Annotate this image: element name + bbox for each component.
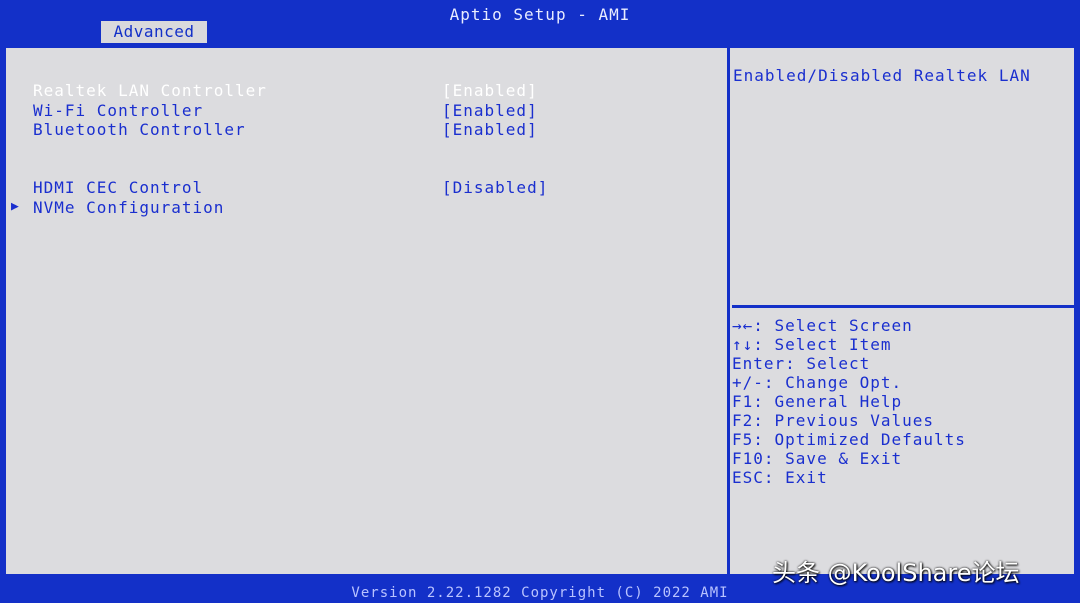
setting-label: Realtek LAN Controller	[33, 81, 267, 100]
submenu-nvme-configuration[interactable]: ▶ NVMe Configuration	[6, 198, 223, 218]
key-legend-item: →←: Select Screen	[732, 316, 913, 335]
key-legend-item: F10: Save & Exit	[732, 449, 903, 468]
panel-divider-vertical	[727, 48, 730, 574]
key-legend-item: Enter: Select	[732, 354, 871, 373]
key-legend-item: ESC: Exit	[732, 468, 828, 487]
setting-value[interactable]: [Disabled]	[442, 178, 548, 197]
setting-label: Wi-Fi Controller	[33, 101, 204, 120]
title-bar: Aptio Setup - AMI Advanced	[0, 0, 1080, 46]
key-legend-item: F2: Previous Values	[732, 411, 935, 430]
key-legend-item: F1: General Help	[732, 392, 903, 411]
setting-label: NVMe Configuration	[33, 198, 225, 217]
setting-wifi-controller[interactable]: Wi-Fi Controller [Enabled]	[6, 101, 537, 121]
panel-divider-horizontal	[732, 305, 1074, 308]
key-legend: →←: Select Screen ↑↓: Select Item Enter:…	[732, 316, 1072, 487]
setting-value[interactable]: [Enabled]	[442, 101, 538, 120]
setting-bluetooth-controller[interactable]: Bluetooth Controller [Enabled]	[6, 120, 537, 140]
setting-value[interactable]: [Enabled]	[442, 81, 538, 100]
watermark: 头条 @KoolShare论坛	[772, 559, 1020, 587]
setting-value[interactable]: [Enabled]	[442, 120, 538, 139]
setting-realtek-lan-controller[interactable]: Realtek LAN Controller [Enabled]	[6, 81, 537, 101]
key-legend-item: F5: Optimized Defaults	[732, 430, 966, 449]
tab-advanced[interactable]: Advanced	[101, 21, 207, 43]
key-legend-item: ↑↓: Select Item	[732, 335, 892, 354]
main-panel: Realtek LAN Controller [Enabled] Wi-Fi C…	[4, 46, 1076, 576]
submenu-arrow-icon: ▶	[11, 199, 20, 214]
key-legend-item: +/-: Change Opt.	[732, 373, 903, 392]
help-description: Enabled/Disabled Realtek LAN	[733, 66, 1031, 85]
setting-label: Bluetooth Controller	[33, 120, 246, 139]
setting-label: HDMI CEC Control	[33, 178, 204, 197]
setting-hdmi-cec-control[interactable]: HDMI CEC Control [Disabled]	[6, 178, 547, 198]
